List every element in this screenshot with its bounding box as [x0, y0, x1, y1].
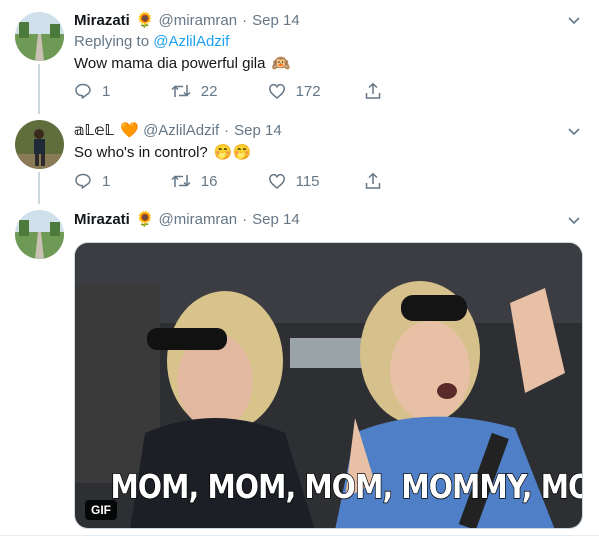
user-handle[interactable]: @AzlilAdzif: [143, 122, 219, 139]
avatar-mirazati[interactable]: [15, 12, 64, 61]
thread-line: [38, 172, 40, 204]
display-name[interactable]: Mirazati: [74, 12, 130, 29]
avatar-mirazati[interactable]: [15, 210, 64, 259]
name-emoji: 🌻: [135, 12, 155, 29]
reply-mention-link[interactable]: @AzlilAdzif: [153, 33, 229, 50]
tweet-actions: 1 16 115: [74, 170, 394, 192]
share-icon: [366, 172, 381, 189]
reply-icon: [75, 173, 91, 189]
reply-prefix: Replying to: [74, 33, 150, 50]
separator: ·: [242, 210, 248, 228]
reply-button[interactable]: 1: [74, 82, 171, 100]
text-emoji: 🤭🤭: [213, 144, 252, 161]
tweet-body: So who's in control?: [74, 143, 208, 161]
reply-icon: [75, 83, 91, 99]
like-icon: [268, 83, 285, 99]
gif-caption: MOM, MOM, MOM, MOMMY, MOM: [110, 466, 583, 507]
like-count: 115: [295, 172, 320, 190]
tweet-body: Wow mama dia powerful gila: [74, 54, 266, 72]
chevron-down-icon[interactable]: [567, 13, 581, 27]
share-icon: [366, 82, 381, 99]
reply-button[interactable]: 1: [74, 172, 171, 190]
user-handle[interactable]: @miramran: [159, 12, 238, 29]
retweet-button[interactable]: 16: [171, 172, 268, 190]
separator: ·: [224, 121, 230, 139]
like-count: 172: [295, 82, 321, 100]
like-icon: [268, 173, 285, 189]
tweet-header: Mirazati 🌻 @miramran · Sep 14: [74, 9, 300, 31]
share-button[interactable]: [364, 82, 394, 100]
divider: [0, 535, 599, 536]
text-emoji: 🙉: [271, 55, 291, 72]
separator: ·: [242, 11, 248, 29]
tweet-actions: 1 22 172: [74, 80, 394, 102]
retweet-icon: [171, 85, 191, 97]
tweet-header: 𝕒𝕃𝕖𝕃 🧡 @AzlilAdzif · Sep 14: [74, 119, 282, 141]
display-name[interactable]: 𝕒𝕃𝕖𝕃: [74, 121, 114, 139]
name-emoji: 🧡: [120, 122, 140, 139]
tweet-date[interactable]: Sep 14: [234, 122, 282, 139]
like-button[interactable]: 172: [268, 82, 365, 100]
tweet-date[interactable]: Sep 14: [252, 12, 300, 29]
tweet-text: Wow mama dia powerful gila 🙉: [74, 54, 291, 73]
share-button[interactable]: [364, 172, 394, 190]
retweet-count: 22: [200, 82, 218, 100]
like-button[interactable]: 115: [268, 172, 365, 190]
avatar-alel[interactable]: [15, 120, 64, 169]
gif-badge: GIF: [85, 500, 117, 520]
reply-count: 1: [102, 172, 111, 190]
tweet-text: So who's in control? 🤭🤭: [74, 143, 252, 162]
name-emoji: 🌻: [135, 211, 155, 228]
chevron-down-icon[interactable]: [567, 213, 581, 227]
replying-to: Replying to @AzlilAdzif: [74, 33, 229, 50]
gif-media[interactable]: MOM, MOM, MOM, MOMMY, MOM GIF: [74, 242, 583, 529]
user-handle[interactable]: @miramran: [159, 211, 238, 228]
retweet-icon: [171, 175, 191, 187]
retweet-count: 16: [200, 172, 218, 190]
thread-line: [38, 64, 40, 114]
display-name[interactable]: Mirazati: [74, 211, 130, 228]
retweet-button[interactable]: 22: [171, 82, 268, 100]
tweet-date[interactable]: Sep 14: [252, 211, 300, 228]
chevron-down-icon[interactable]: [567, 124, 581, 138]
reply-count: 1: [102, 82, 111, 100]
tweet-header: Mirazati 🌻 @miramran · Sep 14: [74, 208, 300, 230]
